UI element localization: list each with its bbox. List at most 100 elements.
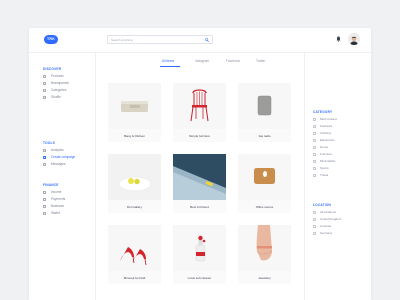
product-name: Mimosa for Dolli [123, 276, 146, 280]
sidebar-section-title: DISCOVER [43, 67, 62, 71]
option-label: Furniture [320, 152, 333, 156]
product-card[interactable]: Jewellery [238, 225, 291, 284]
checkbox[interactable] [313, 174, 316, 177]
product-image [108, 154, 161, 200]
sidebar-item-label: Business [51, 204, 64, 208]
sidebar-item-brandpanels[interactable]: Brandpanels [43, 81, 93, 86]
option-label: Sports [320, 166, 329, 170]
category-option[interactable]: Clothing [313, 131, 368, 136]
top-bar: TRK [29, 28, 371, 53]
wallet-icon [43, 212, 46, 215]
app-logo[interactable]: TRK [44, 35, 58, 44]
option-label: United Kingdom [320, 217, 342, 221]
sidebar-item-label: Income [51, 190, 62, 194]
checkbox[interactable] [313, 146, 316, 149]
category-option[interactable]: Sports [313, 166, 368, 171]
sidebar-item-categories[interactable]: Categories [43, 88, 93, 93]
checkbox[interactable] [313, 132, 316, 135]
message-icon [43, 163, 46, 166]
app-window: TRK DISCOVER Products Brandpanels Catego… [29, 28, 371, 300]
sidebar-item-payments[interactable]: Payments [43, 197, 93, 202]
product-name: Lotus soft cleaner [187, 276, 212, 280]
heart-icon [43, 156, 46, 159]
income-icon [43, 191, 46, 194]
search-input[interactable] [111, 36, 201, 44]
sidebar-item-label: Brandpanels [51, 81, 69, 85]
sidebar-item-label: Messages [51, 162, 66, 166]
avatar-image [348, 34, 360, 45]
category-filter-title: CATEGORY [313, 110, 333, 114]
category-option[interactable]: Minimalistic [313, 159, 368, 164]
product-name: Jewellery [258, 276, 271, 280]
checkbox[interactable] [313, 153, 316, 156]
option-label: Germany [320, 231, 333, 235]
tag-icon [43, 89, 46, 92]
category-option[interactable]: Electronics [313, 138, 368, 143]
option-label: All locations [320, 210, 337, 214]
checkbox[interactable] [313, 125, 316, 128]
product-image [173, 83, 226, 129]
product-card[interactable]: Mimosa for Dolli [108, 225, 161, 284]
product-name: Jas radio [258, 134, 271, 138]
product-name: Office source [255, 205, 274, 209]
location-option[interactable]: America [313, 224, 368, 229]
category-option[interactable]: Home [313, 145, 368, 150]
product-image [173, 154, 226, 200]
sidebar-item-label: Products [51, 74, 64, 78]
sidebar-item-messages[interactable]: Messages [43, 162, 93, 167]
tab-all-items[interactable]: All items [162, 59, 174, 63]
product-name: Simple furniture [188, 134, 210, 138]
product-card[interactable]: Simple furniture [173, 83, 226, 142]
grid-icon [43, 82, 46, 85]
sidebar-item-label: Create campaign [51, 155, 76, 159]
user-avatar[interactable] [348, 33, 360, 45]
filter-panel: CATEGORY Most trusted Featured Clothing … [304, 53, 371, 300]
checkbox[interactable] [313, 160, 316, 163]
sidebar: DISCOVER Products Brandpanels Categories… [29, 53, 96, 300]
checkbox[interactable] [313, 218, 316, 221]
checkbox[interactable] [313, 225, 316, 228]
sidebar-item-income[interactable]: Income [43, 190, 93, 195]
search-box[interactable] [107, 35, 213, 44]
sidebar-item-business[interactable]: Business [43, 204, 93, 209]
tab-instagram[interactable]: Instagram [195, 59, 209, 63]
search-icon[interactable] [205, 37, 209, 42]
checkbox[interactable] [313, 167, 316, 170]
tab-facebook[interactable]: Facebook [226, 59, 240, 63]
card-icon [43, 198, 46, 201]
sidebar-section-title: FINANCE [43, 183, 59, 187]
main-content: All items Instagram Facebook Twitter Ban… [96, 53, 304, 300]
product-card[interactable]: Dot Gallery [108, 154, 161, 213]
sidebar-item-shuffle[interactable]: Shuffle [43, 95, 93, 100]
location-option[interactable]: United Kingdom [313, 217, 368, 222]
bell-icon[interactable] [336, 36, 341, 42]
product-card[interactable]: Bang & Olufsen [108, 83, 161, 142]
location-option[interactable]: Germany [313, 231, 368, 236]
category-option[interactable]: Travel [313, 173, 368, 178]
location-option[interactable]: All locations [313, 210, 368, 215]
checkbox[interactable] [313, 211, 316, 214]
product-card[interactable]: Best Art blend [173, 154, 226, 213]
sidebar-item-label: Payments [51, 197, 66, 201]
checkbox[interactable] [313, 118, 316, 121]
tab-twitter[interactable]: Twitter [256, 59, 265, 63]
product-image [173, 225, 226, 271]
category-option[interactable]: Most trusted [313, 117, 368, 122]
checkbox[interactable] [313, 139, 316, 142]
category-option[interactable]: Furniture [313, 152, 368, 157]
sidebar-item-analytics[interactable]: Analytics [43, 148, 93, 153]
product-card[interactable]: Office source [238, 154, 291, 213]
checkbox[interactable] [313, 232, 316, 235]
sidebar-item-wallet[interactable]: Wallet [43, 211, 93, 216]
product-card[interactable]: Lotus soft cleaner [173, 225, 226, 284]
sidebar-item-label: Categories [51, 88, 67, 92]
product-card[interactable]: Jas radio [238, 83, 291, 142]
sidebar-item-create-campaign[interactable]: Create campaign [43, 155, 93, 160]
option-label: Electronics [320, 138, 335, 142]
product-image [108, 225, 161, 271]
category-option[interactable]: Featured [313, 124, 368, 129]
option-label: Home [320, 145, 329, 149]
sidebar-item-products[interactable]: Products [43, 74, 93, 79]
tab-bar: All items Instagram Facebook Twitter [96, 53, 304, 67]
location-filter-title: LOCATION [313, 203, 332, 207]
